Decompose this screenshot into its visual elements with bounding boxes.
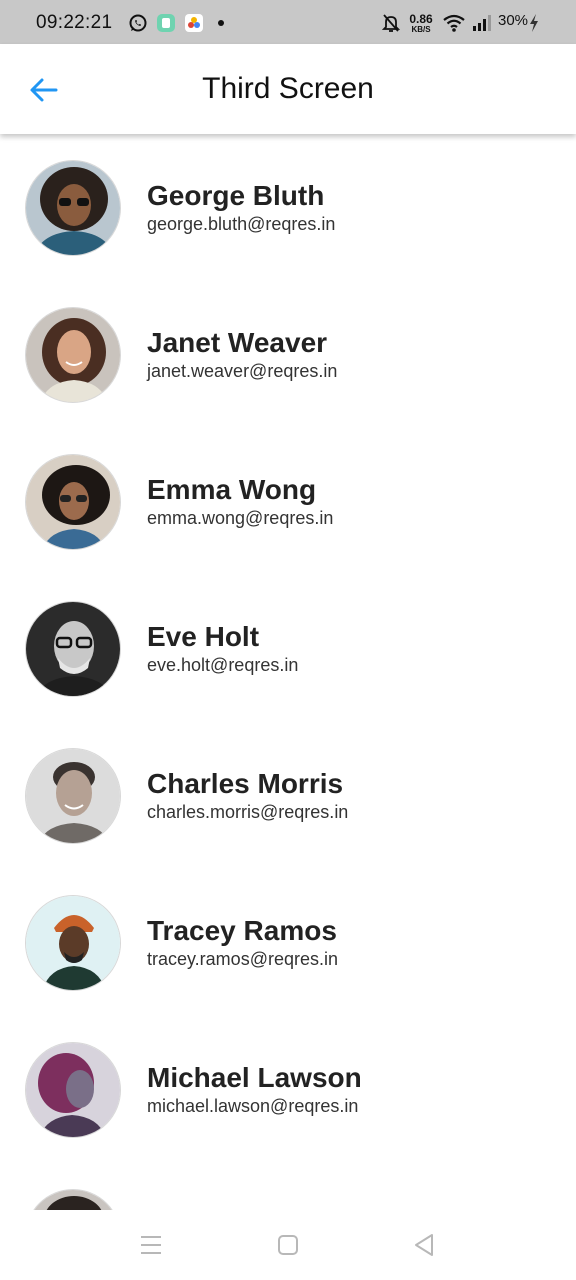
user-name: Tracey Ramos xyxy=(147,915,337,946)
system-back-button[interactable] xyxy=(404,1230,444,1260)
user-list-item[interactable]: Eve Holt eve.holt@reqres.in xyxy=(0,575,576,722)
network-speed-unit: KB/S xyxy=(411,25,431,34)
charging-bolt-icon xyxy=(528,13,540,33)
user-email: janet.weaver@reqres.in xyxy=(147,361,338,381)
user-email: tracey.ramos@reqres.in xyxy=(147,949,338,969)
app-bar: Third Screen xyxy=(0,44,576,134)
navigation-bar xyxy=(0,1210,576,1280)
user-email: emma.wong@reqres.in xyxy=(147,508,334,528)
back-triangle-icon xyxy=(415,1234,433,1256)
user-list[interactable]: George Bluth george.bluth@reqres.in Jane… xyxy=(0,134,576,1210)
user-name: Janet Weaver xyxy=(147,327,328,358)
avatar xyxy=(25,601,121,697)
user-list-item[interactable]: Janet Weaver janet.weaver@reqres.in xyxy=(0,281,576,428)
home-button[interactable] xyxy=(268,1230,308,1260)
user-list-item[interactable]: George Bluth george.bluth@reqres.in xyxy=(0,134,576,281)
user-email: george.bluth@reqres.in xyxy=(147,214,336,234)
user-name: Eve Holt xyxy=(147,621,260,652)
network-speed-value: 0.86 xyxy=(409,12,433,26)
avatar xyxy=(25,895,121,991)
page-title: Third Screen xyxy=(202,72,374,105)
whatsapp-icon xyxy=(128,13,148,33)
bell-off-icon xyxy=(382,13,400,33)
avatar xyxy=(25,1189,121,1210)
user-name: Charles Morris xyxy=(147,768,344,799)
signal-icon xyxy=(470,13,494,33)
avatar xyxy=(25,160,121,256)
battery-level: 30% xyxy=(498,12,529,29)
wifi-icon xyxy=(442,13,466,33)
notification-dot-icon xyxy=(216,13,226,33)
menu-icon xyxy=(141,1236,161,1254)
user-name: Michael Lawson xyxy=(147,1062,362,1093)
home-icon xyxy=(278,1235,298,1255)
photos-icon xyxy=(184,13,204,33)
user-name: George Bluth xyxy=(147,180,325,211)
avatar xyxy=(25,454,121,550)
user-list-item[interactable]: Tracey Ramos tracey.ramos@reqres.in xyxy=(0,869,576,1016)
user-email: charles.morris@reqres.in xyxy=(147,802,349,822)
user-list-item[interactable]: Michael Lawson michael.lawson@reqres.in xyxy=(0,1016,576,1163)
avatar xyxy=(25,307,121,403)
user-list-item[interactable] xyxy=(0,1163,576,1210)
user-list-item[interactable]: Emma Wong emma.wong@reqres.in xyxy=(0,428,576,575)
status-time: 09:22:21 xyxy=(36,12,113,33)
user-name: Emma Wong xyxy=(147,474,317,505)
network-speed: 0.86 KB/S xyxy=(406,13,436,34)
recent-apps-button[interactable] xyxy=(131,1230,171,1260)
user-list-item[interactable]: Charles Morris charles.morris@reqres.in xyxy=(0,722,576,869)
avatar xyxy=(25,1042,121,1138)
avatar xyxy=(25,748,121,844)
status-bar: 09:22:21 0.86 KB/S 30% xyxy=(0,0,576,44)
user-email: eve.holt@reqres.in xyxy=(147,655,299,675)
user-email: michael.lawson@reqres.in xyxy=(147,1096,359,1116)
app-icon xyxy=(156,13,176,33)
